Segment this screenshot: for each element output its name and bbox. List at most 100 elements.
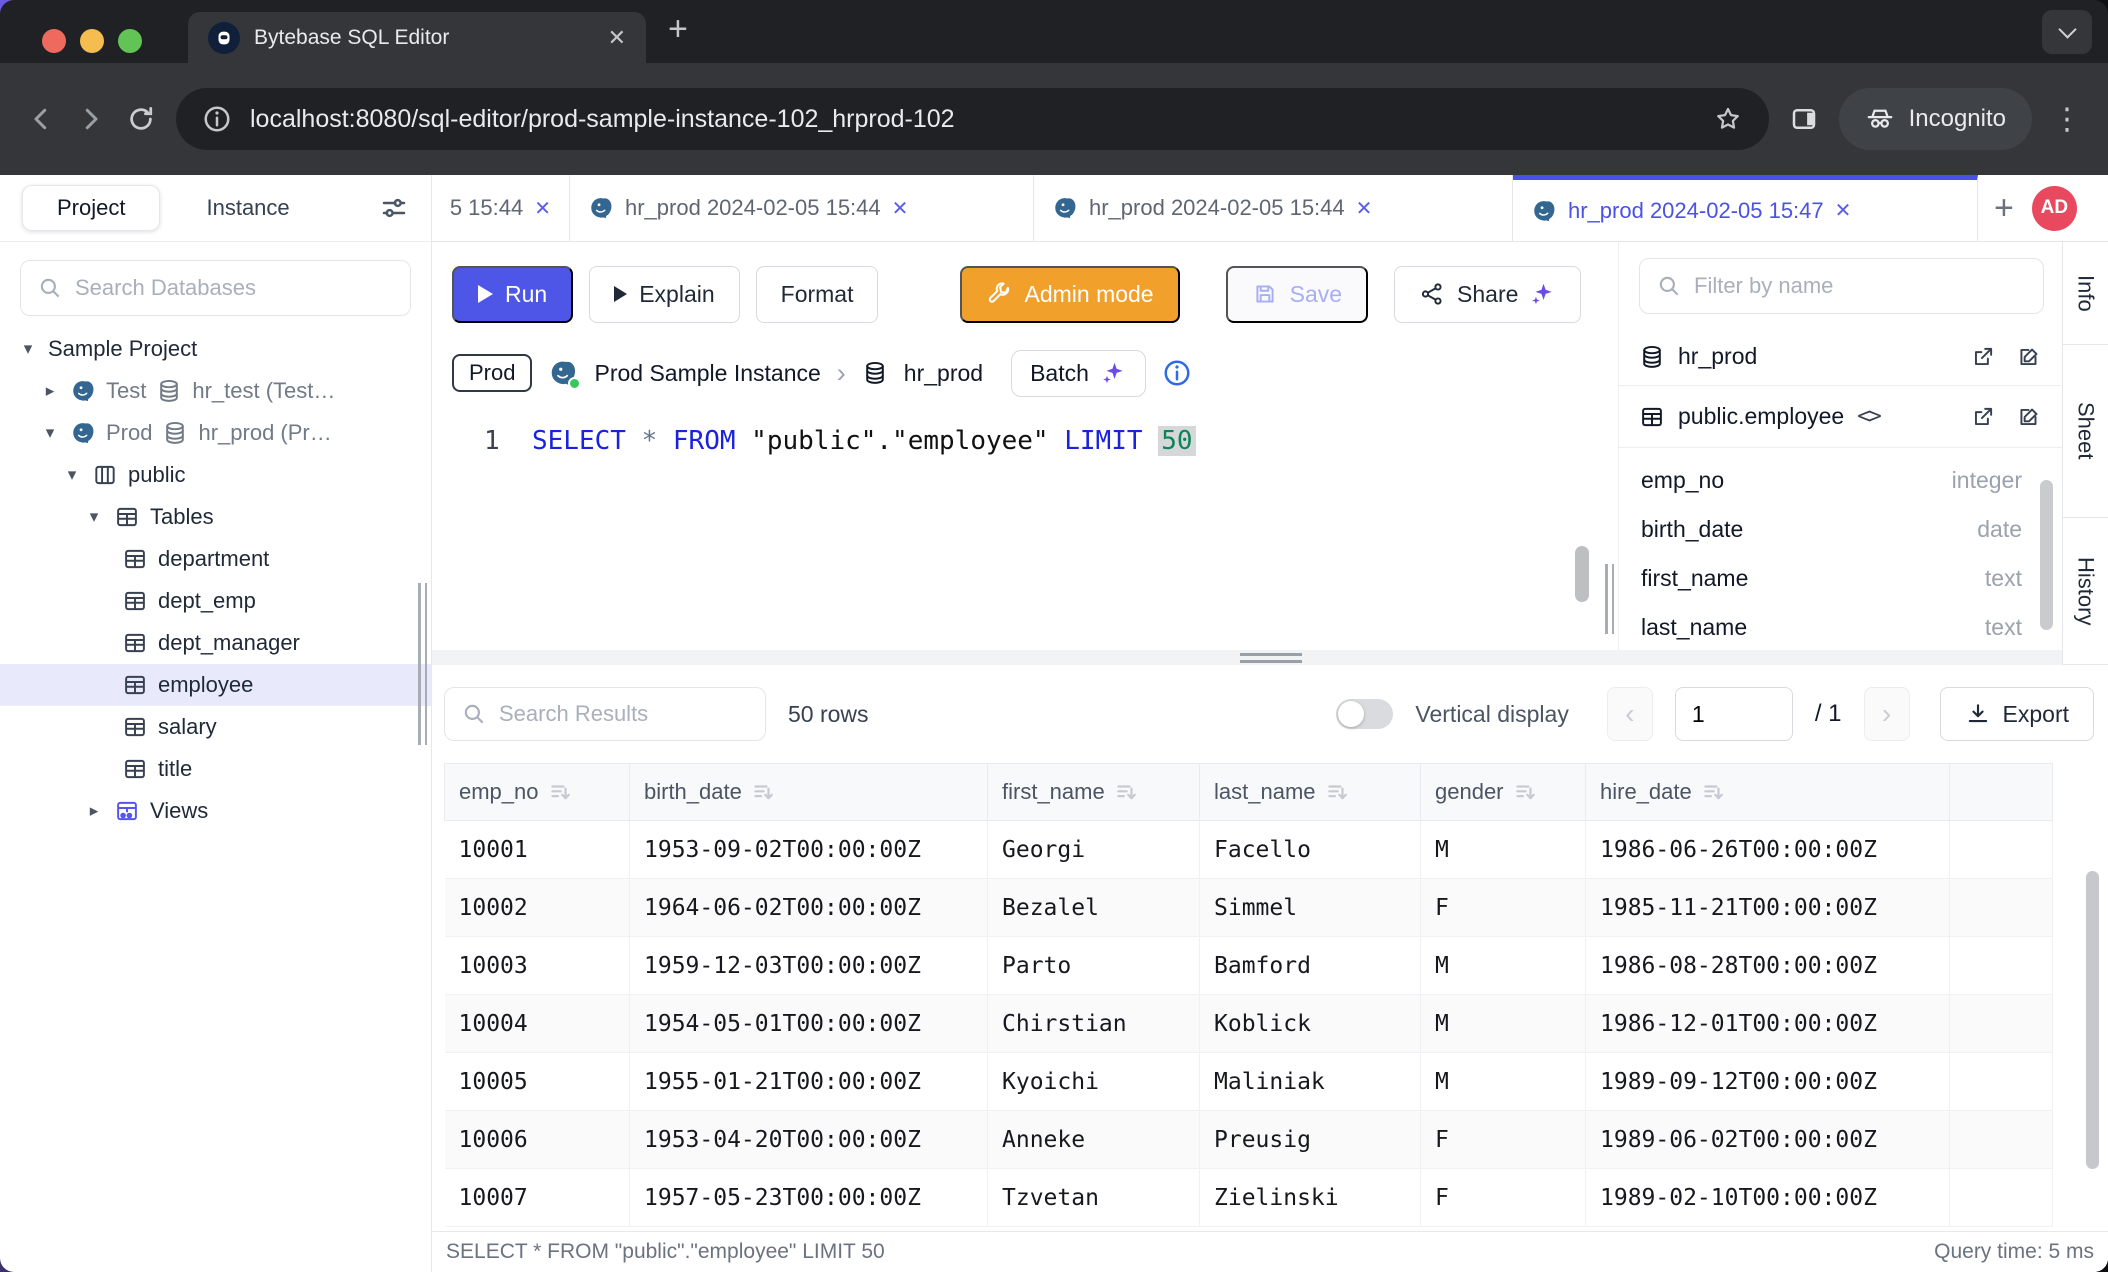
table-row[interactable]: 100071957-05-23T00:00:00ZTzvetanZielinsk… xyxy=(445,1169,2053,1227)
close-tab-icon[interactable]: ✕ xyxy=(608,25,626,51)
tab-project[interactable]: Project xyxy=(22,185,160,231)
column-row-birth-date[interactable]: birth_date date xyxy=(1641,505,2022,554)
column-row-last-name[interactable]: last_name text xyxy=(1641,603,2022,652)
column-row-emp-no[interactable]: emp_no integer xyxy=(1641,456,2022,505)
column-header-first-name[interactable]: first_name xyxy=(988,764,1200,821)
tree-item-views-group[interactable]: ▸ Views xyxy=(0,790,431,832)
explain-button[interactable]: Explain xyxy=(589,266,739,323)
traffic-light-minimize-button[interactable] xyxy=(80,29,104,53)
close-tab-icon[interactable]: ✕ xyxy=(534,196,551,221)
page-number-input[interactable] xyxy=(1675,687,1793,741)
close-tab-icon[interactable]: ✕ xyxy=(1835,198,1852,223)
forward-icon[interactable] xyxy=(76,104,106,134)
column-header-last-name[interactable]: last_name xyxy=(1200,764,1421,821)
caret-down-icon[interactable]: ▾ xyxy=(62,465,82,485)
filter-settings-icon[interactable] xyxy=(379,193,409,223)
tree-item-table-title[interactable]: title xyxy=(0,748,431,790)
column-header-emp-no[interactable]: emp_no xyxy=(445,764,630,821)
share-button[interactable]: Share xyxy=(1394,266,1581,323)
column-header-hire-date[interactable]: hire_date xyxy=(1586,764,1950,821)
sort-icon[interactable] xyxy=(1514,781,1536,803)
next-page-button[interactable]: › xyxy=(1864,687,1910,741)
browser-menu-icon[interactable]: ⋮ xyxy=(2052,102,2082,137)
database-search-box[interactable] xyxy=(20,260,411,316)
new-query-tab-button[interactable]: + xyxy=(1994,189,2014,228)
caret-down-icon[interactable]: ▾ xyxy=(40,423,60,443)
rail-tab-info[interactable]: Info xyxy=(2063,242,2108,345)
database-name[interactable]: hr_prod xyxy=(904,360,983,387)
reload-icon[interactable] xyxy=(126,104,156,134)
instance-name[interactable]: Prod Sample Instance xyxy=(594,360,820,387)
editor-scrollbar[interactable] xyxy=(1575,546,1589,602)
tree-item-prod-environment[interactable]: ▾ Prod hr_prod (Pr… xyxy=(0,412,431,454)
search-results-input[interactable] xyxy=(499,701,749,727)
export-button[interactable]: Export xyxy=(1940,687,2094,741)
editor-tab-3[interactable]: hr_prod 2024-02-05 15:44 ✕ xyxy=(1034,175,1513,241)
editor-tab-4-active[interactable]: hr_prod 2024-02-05 15:47 ✕ xyxy=(1513,175,1978,241)
tree-item-table-salary[interactable]: salary xyxy=(0,706,431,748)
search-databases-input[interactable] xyxy=(75,275,394,301)
caret-right-icon[interactable]: ▸ xyxy=(40,381,60,401)
prev-page-button[interactable]: ‹ xyxy=(1607,687,1653,741)
tree-item-tables-group[interactable]: ▾ Tables xyxy=(0,496,431,538)
format-button[interactable]: Format xyxy=(756,266,879,323)
panel-resize-handle[interactable] xyxy=(1605,564,1615,634)
sort-icon[interactable] xyxy=(1115,781,1137,803)
table-row[interactable]: 100061953-04-20T00:00:00ZAnnekePreusigF1… xyxy=(445,1111,2053,1169)
sort-icon[interactable] xyxy=(752,781,774,803)
sort-icon[interactable] xyxy=(1702,781,1724,803)
table-row[interactable]: 100041954-05-01T00:00:00ZChirstianKoblic… xyxy=(445,995,2053,1053)
filter-box[interactable] xyxy=(1639,258,2044,314)
sql-editor[interactable]: 1 SELECT * FROM "public"."employee" LIMI… xyxy=(432,418,1618,456)
save-button[interactable]: Save xyxy=(1226,266,1368,323)
close-tab-icon[interactable]: ✕ xyxy=(1356,196,1373,221)
table-row[interactable]: 100011953-09-02T00:00:00ZGeorgiFacelloM1… xyxy=(445,821,2053,879)
batch-button[interactable]: Batch xyxy=(1011,350,1146,397)
rail-tab-sheet[interactable]: Sheet xyxy=(2063,345,2108,518)
side-panel-icon[interactable] xyxy=(1789,104,1819,134)
caret-down-icon[interactable]: ▾ xyxy=(84,507,104,527)
table-row[interactable]: 100031959-12-03T00:00:00ZPartoBamfordM19… xyxy=(445,937,2053,995)
column-header-birth-date[interactable]: birth_date xyxy=(630,764,988,821)
vertical-display-toggle[interactable] xyxy=(1336,699,1393,729)
bookmark-star-icon[interactable] xyxy=(1713,104,1743,134)
url-bar[interactable]: localhost:8080/sql-editor/prod-sample-in… xyxy=(176,88,1769,150)
table-row[interactable]: 100021964-06-02T00:00:00ZBezalelSimmelF1… xyxy=(445,879,2053,937)
tree-item-sample-project[interactable]: ▾ Sample Project xyxy=(0,328,431,370)
filter-by-name-input[interactable] xyxy=(1694,273,2027,299)
results-search-box[interactable] xyxy=(444,687,766,741)
browser-tab[interactable]: Bytebase SQL Editor ✕ xyxy=(188,12,646,63)
sql-code-line[interactable]: SELECT * FROM "public"."employee" LIMIT … xyxy=(432,418,1618,456)
editor-tab-2[interactable]: hr_prod 2024-02-05 15:44 ✕ xyxy=(570,175,1034,241)
sidebar-resize-handle[interactable] xyxy=(418,583,428,745)
tree-item-table-employee[interactable]: employee xyxy=(0,664,431,706)
divider-drag-handle[interactable] xyxy=(1240,653,1302,663)
connection-info-icon[interactable] xyxy=(1162,358,1192,388)
table-row[interactable]: 100051955-01-21T00:00:00ZKyoichiMaliniak… xyxy=(445,1053,2053,1111)
tree-item-schema-public[interactable]: ▾ public xyxy=(0,454,431,496)
site-info-icon[interactable] xyxy=(202,104,232,134)
close-tab-icon[interactable]: ✕ xyxy=(892,196,909,221)
results-scrollbar[interactable] xyxy=(2086,871,2099,1169)
sort-icon[interactable] xyxy=(549,781,571,803)
split-divider[interactable] xyxy=(432,650,2062,665)
tab-instance[interactable]: Instance xyxy=(206,195,289,221)
edit-icon[interactable] xyxy=(2016,404,2042,430)
external-link-icon[interactable] xyxy=(1970,404,1996,430)
sort-icon[interactable] xyxy=(1326,781,1348,803)
admin-mode-button[interactable]: Admin mode xyxy=(960,266,1179,323)
caret-right-icon[interactable]: ▸ xyxy=(84,801,104,821)
traffic-light-close-button[interactable] xyxy=(42,29,66,53)
tree-item-table-dept-emp[interactable]: dept_emp xyxy=(0,580,431,622)
column-row-first-name[interactable]: first_name text xyxy=(1641,554,2022,603)
traffic-light-zoom-button[interactable] xyxy=(118,29,142,53)
user-avatar[interactable]: AD xyxy=(2032,186,2077,231)
tree-item-test-environment[interactable]: ▸ Test hr_test (Test… xyxy=(0,370,431,412)
tree-item-table-department[interactable]: department xyxy=(0,538,431,580)
editor-tab-1[interactable]: 5 15:44 ✕ xyxy=(432,175,570,241)
tree-item-table-dept-manager[interactable]: dept_manager xyxy=(0,622,431,664)
panel-database-row[interactable]: hr_prod xyxy=(1619,328,2062,386)
rail-tab-history[interactable]: History xyxy=(2063,518,2108,665)
code-icon[interactable]: <> xyxy=(1857,404,1880,429)
caret-down-icon[interactable]: ▾ xyxy=(18,339,38,359)
